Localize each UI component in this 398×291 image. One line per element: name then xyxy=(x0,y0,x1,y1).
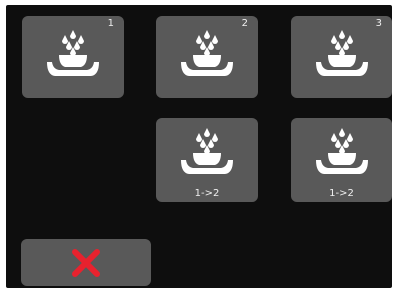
steam-bowl-icon xyxy=(315,128,368,174)
program-tile-2[interactable]: 2 xyxy=(156,16,258,98)
steam-bowl-icon xyxy=(315,30,368,76)
steam-bowl-icon xyxy=(181,128,233,174)
program-tile-1-to-2-b[interactable]: 1->2 xyxy=(291,118,392,202)
steam-bowl-icon xyxy=(181,30,233,76)
selection-panel: 1 2 3 1->2 1->2 xyxy=(6,5,392,288)
tile-corner-label: 3 xyxy=(375,18,382,29)
cancel-button[interactable] xyxy=(21,239,151,286)
tile-sub-label: 1->2 xyxy=(194,188,220,199)
program-tile-1[interactable]: 1 xyxy=(22,16,124,98)
program-tile-3[interactable]: 3 xyxy=(291,16,392,98)
tile-corner-label: 1 xyxy=(107,18,114,29)
steam-bowl-icon xyxy=(47,30,99,76)
program-tile-1-to-2-a[interactable]: 1->2 xyxy=(156,118,258,202)
screen: 1 2 3 1->2 1->2 xyxy=(0,0,398,291)
close-icon xyxy=(72,249,100,277)
tile-corner-label: 2 xyxy=(241,18,248,29)
tile-sub-label: 1->2 xyxy=(329,188,354,199)
